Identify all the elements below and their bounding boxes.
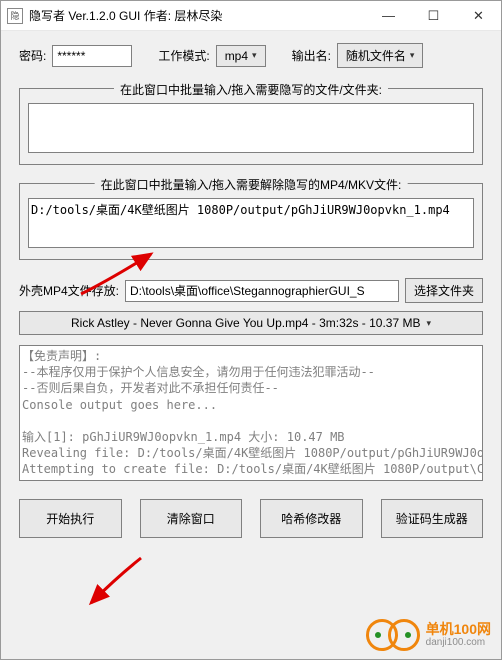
hash-button[interactable]: 哈希修改器: [260, 499, 363, 538]
watermark-brand: 单机100网: [426, 622, 491, 637]
output-label: 输出名:: [292, 47, 331, 64]
password-input[interactable]: [52, 45, 132, 67]
chevron-down-icon: ▾: [410, 50, 415, 61]
console-output: 【免责声明】: --本程序仅用于保护个人信息安全，请勿用于任何违法犯罪活动-- …: [19, 345, 483, 481]
watermark: 单机100网 danji100.com: [366, 619, 491, 651]
execute-button[interactable]: 开始执行: [19, 499, 122, 538]
shell-file-label: Rick Astley - Never Gonna Give You Up.mp…: [71, 316, 421, 330]
password-label: 密码:: [19, 47, 46, 64]
chevron-down-icon: ▾: [252, 50, 257, 61]
shell-path-input[interactable]: [125, 280, 399, 302]
hide-input-group: 在此窗口中批量输入/拖入需要隐写的文件/文件夹:: [19, 88, 483, 165]
annotation-arrow-2: [81, 553, 161, 613]
verify-button[interactable]: 验证码生成器: [381, 499, 484, 538]
chevron-down-icon: ▾: [426, 318, 431, 329]
shell-path-label: 外壳MP4文件存放:: [19, 282, 119, 299]
shell-file-selector[interactable]: Rick Astley - Never Gonna Give You Up.mp…: [19, 311, 483, 335]
close-button[interactable]: ✕: [456, 1, 501, 30]
watermark-url: danji100.com: [426, 637, 491, 648]
reveal-input-textarea[interactable]: D:/tools/桌面/4K壁纸图片 1080P/output/pGhJiUR9…: [28, 198, 474, 248]
window-title: 隐写者 Ver.1.2.0 GUI 作者: 层林尽染: [29, 7, 366, 24]
app-icon: 隐: [7, 8, 23, 24]
clear-button[interactable]: 清除窗口: [140, 499, 243, 538]
titlebar: 隐 隐写者 Ver.1.2.0 GUI 作者: 层林尽染 — ☐ ✕: [1, 1, 501, 31]
output-name-button[interactable]: 随机文件名▾: [337, 43, 424, 68]
reveal-input-legend: 在此窗口中批量输入/拖入需要解除隐写的MP4/MKV文件:: [95, 176, 408, 193]
mode-button[interactable]: mp4▾: [216, 45, 266, 67]
maximize-button[interactable]: ☐: [411, 1, 456, 30]
minimize-button[interactable]: —: [366, 1, 411, 30]
hide-input-legend: 在此窗口中批量输入/拖入需要隐写的文件/文件夹:: [114, 81, 388, 98]
browse-button[interactable]: 选择文件夹: [405, 278, 483, 303]
mode-label: 工作模式:: [158, 47, 209, 64]
reveal-input-group: 在此窗口中批量输入/拖入需要解除隐写的MP4/MKV文件: D:/tools/桌…: [19, 183, 483, 260]
hide-input-textarea[interactable]: [28, 103, 474, 153]
